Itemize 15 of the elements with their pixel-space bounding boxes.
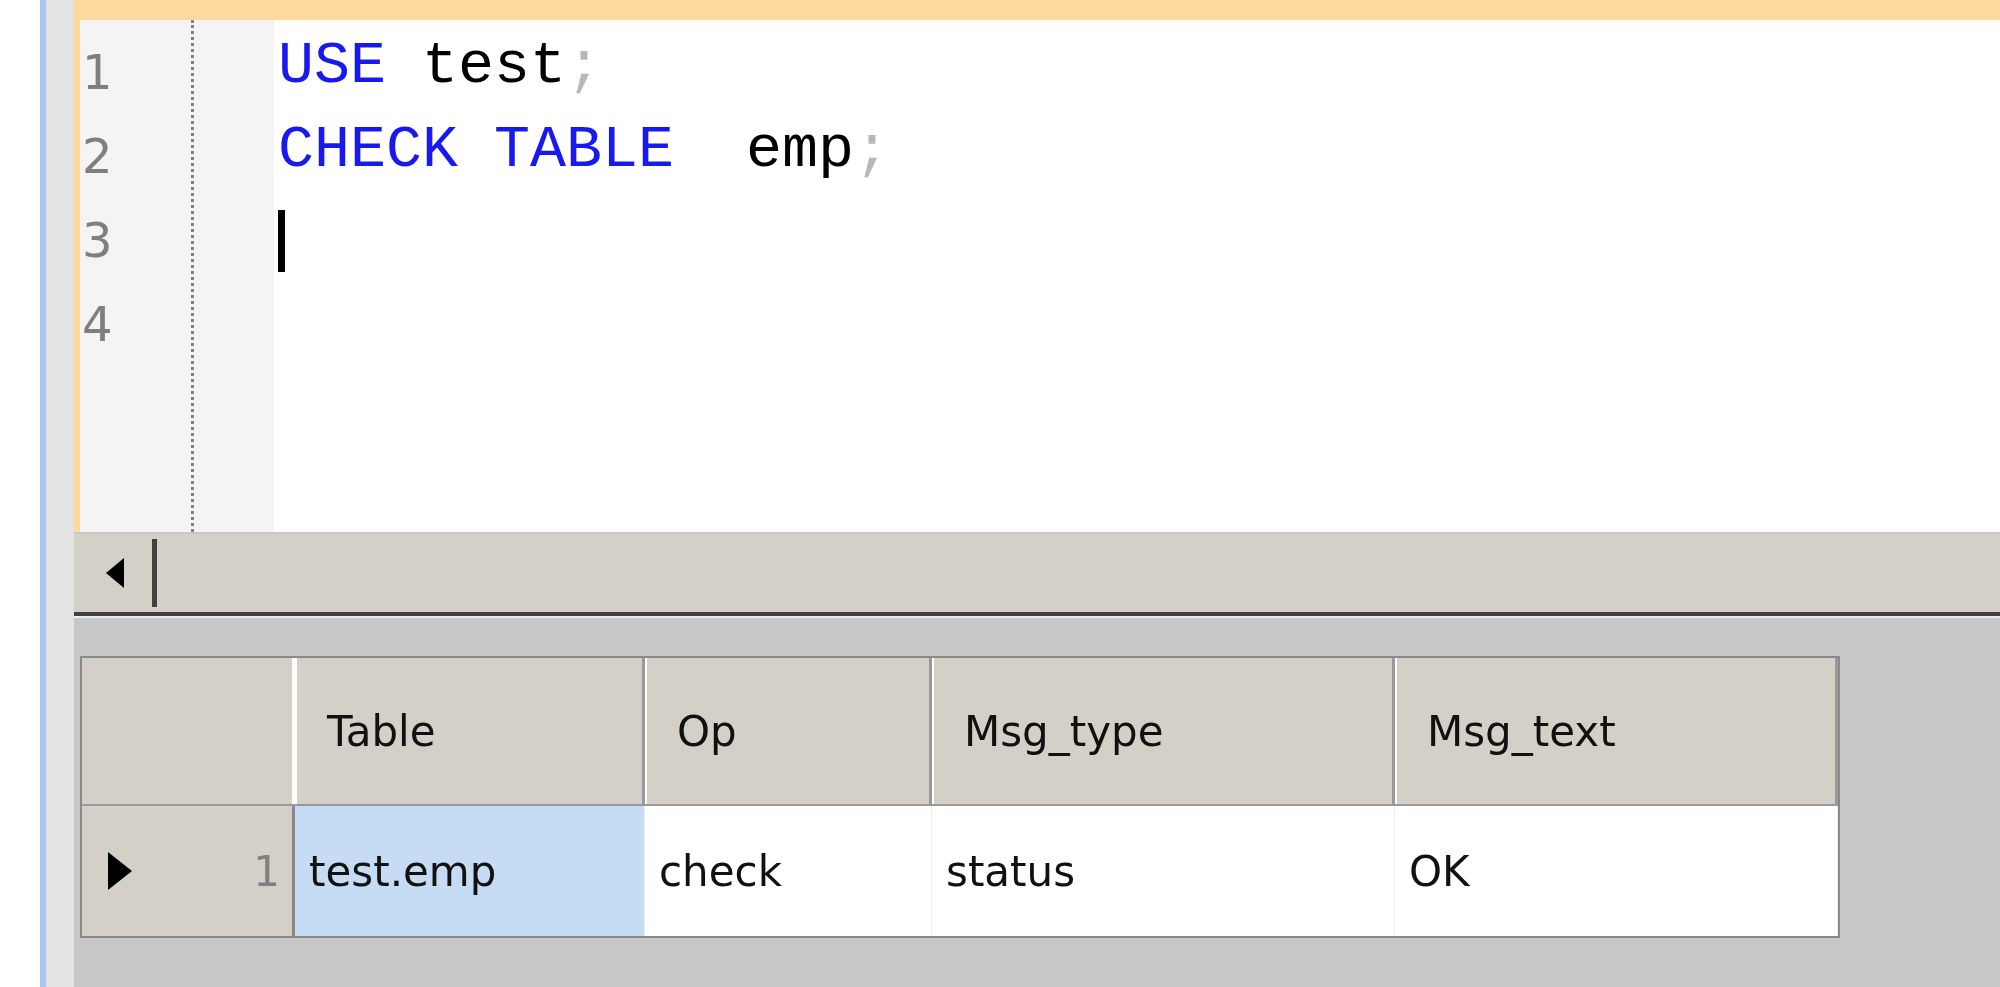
column-header[interactable]: Op [645,658,932,804]
table-cell[interactable]: test.emp [295,806,645,936]
column-header[interactable]: Table [295,658,645,804]
line-number: 2 [81,127,114,186]
column-header[interactable]: Msg_text [1395,658,1838,804]
line-number: 4 [81,295,114,354]
code-line: USE test; [278,31,603,102]
left-arrow-icon [104,558,126,588]
row-number: 1 [253,846,280,896]
column-header[interactable]: Msg_type [932,658,1395,804]
line-number: 1 [81,43,114,102]
line-number: 3 [81,211,114,270]
horizontal-scrollbar[interactable] [74,532,2000,612]
code-line: CHECK TABLE emp; [278,115,891,186]
code-editor[interactable]: 1 2 3 4 USE test; CHECK TABLE emp; [74,20,2000,532]
